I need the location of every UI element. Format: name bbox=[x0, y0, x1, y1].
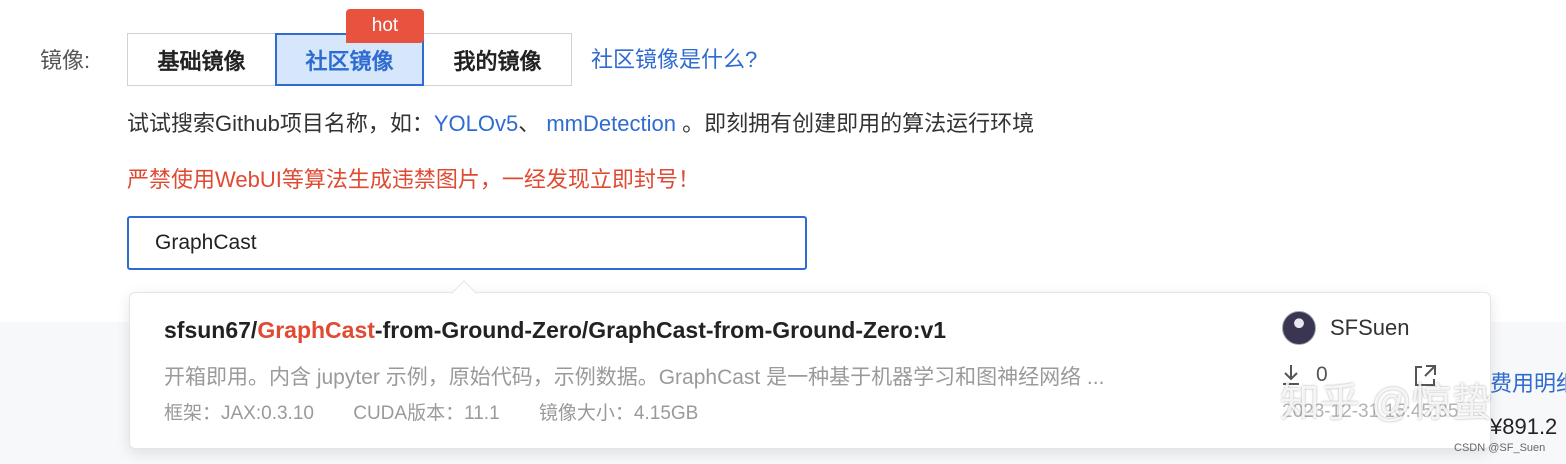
result-title-prefix: sfsun67/ bbox=[164, 317, 258, 343]
yolov5-link[interactable]: YOLOv5 bbox=[434, 111, 518, 136]
warning-text: 严禁使用WebUI等算法生成违禁图片，一经发现立即封号！ bbox=[127, 167, 700, 192]
watermark-text: 知乎 @惊蛰 bbox=[1280, 381, 1492, 425]
hot-badge: hot bbox=[346, 9, 424, 43]
hint-separator: 、 bbox=[518, 111, 541, 136]
tab-basic-mirror[interactable]: 基础镜像 bbox=[127, 33, 276, 86]
price-text: ¥891.2 bbox=[1490, 414, 1558, 439]
tab-my-mirror[interactable]: 我的镜像 bbox=[423, 33, 572, 86]
author-name: SFSuen bbox=[1330, 315, 1410, 340]
mirror-label: 镜像: bbox=[40, 48, 91, 73]
result-title[interactable]: sfsun67/GraphCast-from-Ground-Zero/Graph… bbox=[164, 315, 946, 345]
hint-prefix: 试试搜索Github项目名称，如： bbox=[127, 111, 434, 136]
result-title-highlight: GraphCast bbox=[257, 317, 375, 343]
hint-suffix: 。即刻拥有创建即用的算法运行环境 bbox=[682, 111, 1035, 136]
size-text: 镜像大小：4.15GB bbox=[538, 403, 699, 424]
result-title-suffix: -from-Ground-Zero/GraphCast-from-Ground-… bbox=[374, 317, 947, 343]
avatar bbox=[1282, 311, 1316, 345]
fee-detail-link[interactable]: 费用明细 bbox=[1490, 366, 1566, 398]
credit-text: CSDN @SF_Suen bbox=[1454, 442, 1546, 454]
result-description: 开箱即用。内含 jupyter 示例，原始代码，示例数据。GraphCast 是… bbox=[164, 366, 1105, 389]
search-hint: 试试搜索Github项目名称，如：YOLOv5、 mmDetection 。即刻… bbox=[127, 109, 1034, 139]
result-meta: 框架：JAX:0.3.10 CUDA版本：11.1 镜像大小：4.15GB bbox=[164, 401, 732, 427]
search-input[interactable] bbox=[155, 231, 805, 255]
author[interactable]: SFSuen bbox=[1282, 311, 1410, 345]
mmdetection-link[interactable]: mmDetection bbox=[546, 111, 676, 136]
search-box[interactable] bbox=[127, 216, 807, 270]
what-is-community-mirror-link[interactable]: 社区镜像是什么? bbox=[591, 45, 757, 75]
framework-text: 框架：JAX:0.3.10 bbox=[164, 403, 314, 424]
cuda-text: CUDA版本：11.1 bbox=[353, 403, 500, 424]
